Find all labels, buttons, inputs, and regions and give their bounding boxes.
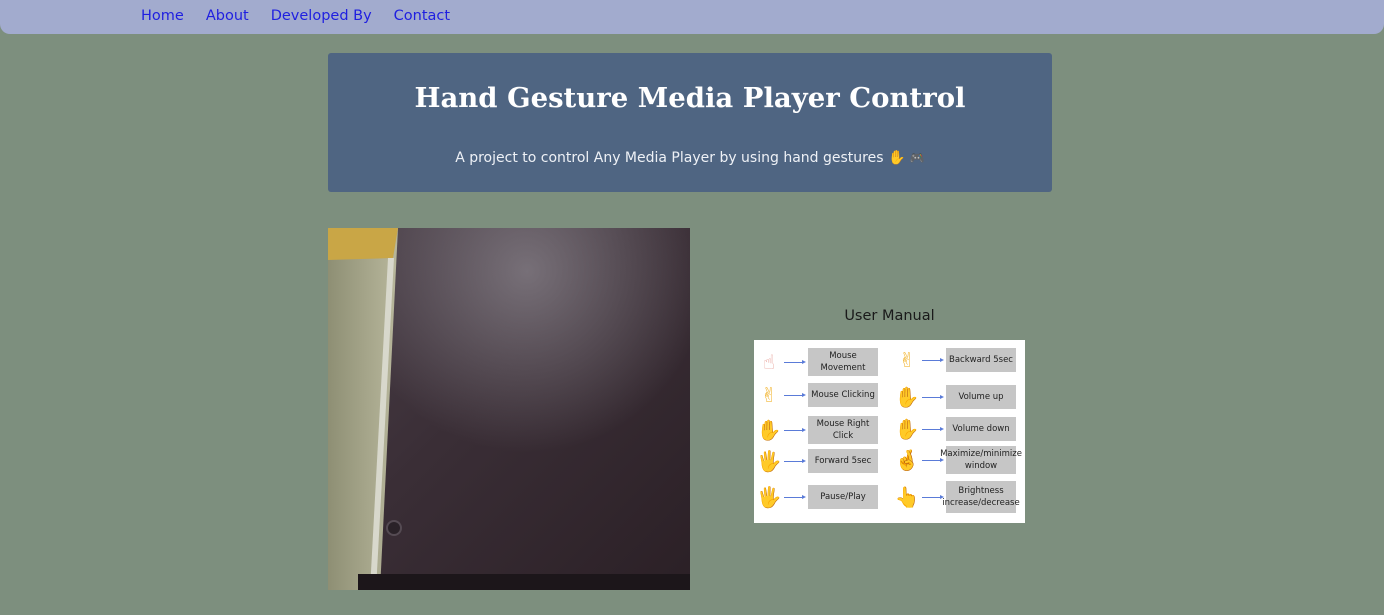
nav-links: Home About Developed By Contact	[141, 8, 472, 24]
four-fingers-icon: 🖐	[756, 449, 782, 473]
gesture-row-volume-down: ✋ Volume down	[894, 414, 1016, 444]
game-controller-icon: 🎮	[909, 151, 925, 165]
open-palm-icon: 🖐	[756, 485, 782, 509]
nav-link-about[interactable]: About	[206, 8, 249, 24]
gesture-label: Mouse Clicking	[808, 383, 878, 407]
gesture-label: Brightness increase/decrease	[942, 481, 1020, 513]
arrow-icon	[784, 392, 806, 397]
top-navbar: Home About Developed By Contact	[0, 0, 1384, 34]
gesture-row-brightness: 👆 Brightness increase/decrease	[894, 481, 1020, 513]
crossed-hand-icon: 🤞	[894, 448, 920, 472]
page-subtitle: A project to control Any Media Player by…	[328, 150, 1052, 166]
gesture-label: Volume up	[946, 385, 1016, 409]
page-title: Hand Gesture Media Player Control	[414, 82, 966, 114]
gesture-row-mouse-movement: ☝ Mouse Movement	[758, 347, 878, 377]
three-fingers-outline-icon: ✋	[756, 418, 782, 442]
arrow-icon	[922, 426, 944, 431]
index-finger-up-icon: ☝	[762, 350, 776, 374]
nav-link-home[interactable]: Home	[141, 8, 184, 24]
gesture-row-volume-up: ✋ Volume up	[894, 382, 1016, 412]
arrow-icon	[922, 494, 944, 499]
arrow-icon	[784, 359, 806, 364]
raised-hand-icon: ✋	[887, 150, 906, 166]
gesture-row-maximize-minimize: 🤞 Maximize/minimize window	[894, 445, 1022, 475]
subtitle-text: A project to control Any Media Player by…	[455, 150, 884, 166]
hero-banner: Hand Gesture Media Player Control A proj…	[328, 53, 1052, 192]
gesture-row-pause-play: 🖐 Pause/Play	[756, 482, 878, 512]
arrow-icon	[784, 458, 806, 463]
gesture-row-mouse-clicking: ✌ Mouse Clicking	[758, 380, 878, 410]
three-fingers-icon: ✌	[898, 348, 916, 372]
arrow-icon	[922, 457, 944, 462]
user-manual-image: ☝ Mouse Movement ✌ Mouse Clicking ✋ Mous…	[754, 340, 1025, 523]
webcam-feed	[328, 228, 690, 590]
arrow-icon	[922, 357, 944, 362]
gesture-label: Mouse Right Click	[808, 416, 878, 444]
gesture-label: Volume down	[946, 417, 1016, 441]
gesture-label: Maximize/minimize window	[940, 446, 1022, 474]
gesture-row-forward: 🖐 Forward 5sec	[756, 446, 878, 476]
arrow-icon	[922, 394, 944, 399]
user-manual-title: User Manual	[844, 308, 935, 324]
gesture-label: Backward 5sec	[946, 348, 1016, 372]
victory-hand-icon: ✌	[760, 383, 778, 407]
gesture-row-backward: ✌ Backward 5sec	[896, 345, 1016, 375]
gesture-label: Pause/Play	[808, 485, 878, 509]
gesture-label: Forward 5sec	[808, 449, 878, 473]
webcam-frame-image	[328, 228, 690, 590]
nav-link-contact[interactable]: Contact	[394, 8, 450, 24]
arrow-icon	[784, 494, 806, 499]
gesture-row-mouse-right-click: ✋ Mouse Right Click	[756, 415, 878, 445]
nav-link-developed-by[interactable]: Developed By	[271, 8, 372, 24]
arrow-icon	[784, 427, 806, 432]
pointing-hand-icon: 👆	[894, 485, 920, 509]
hand-outline-up-icon: ✋	[894, 385, 920, 409]
hand-outline-down-icon: ✋	[894, 417, 920, 441]
gesture-label: Mouse Movement	[808, 348, 878, 376]
